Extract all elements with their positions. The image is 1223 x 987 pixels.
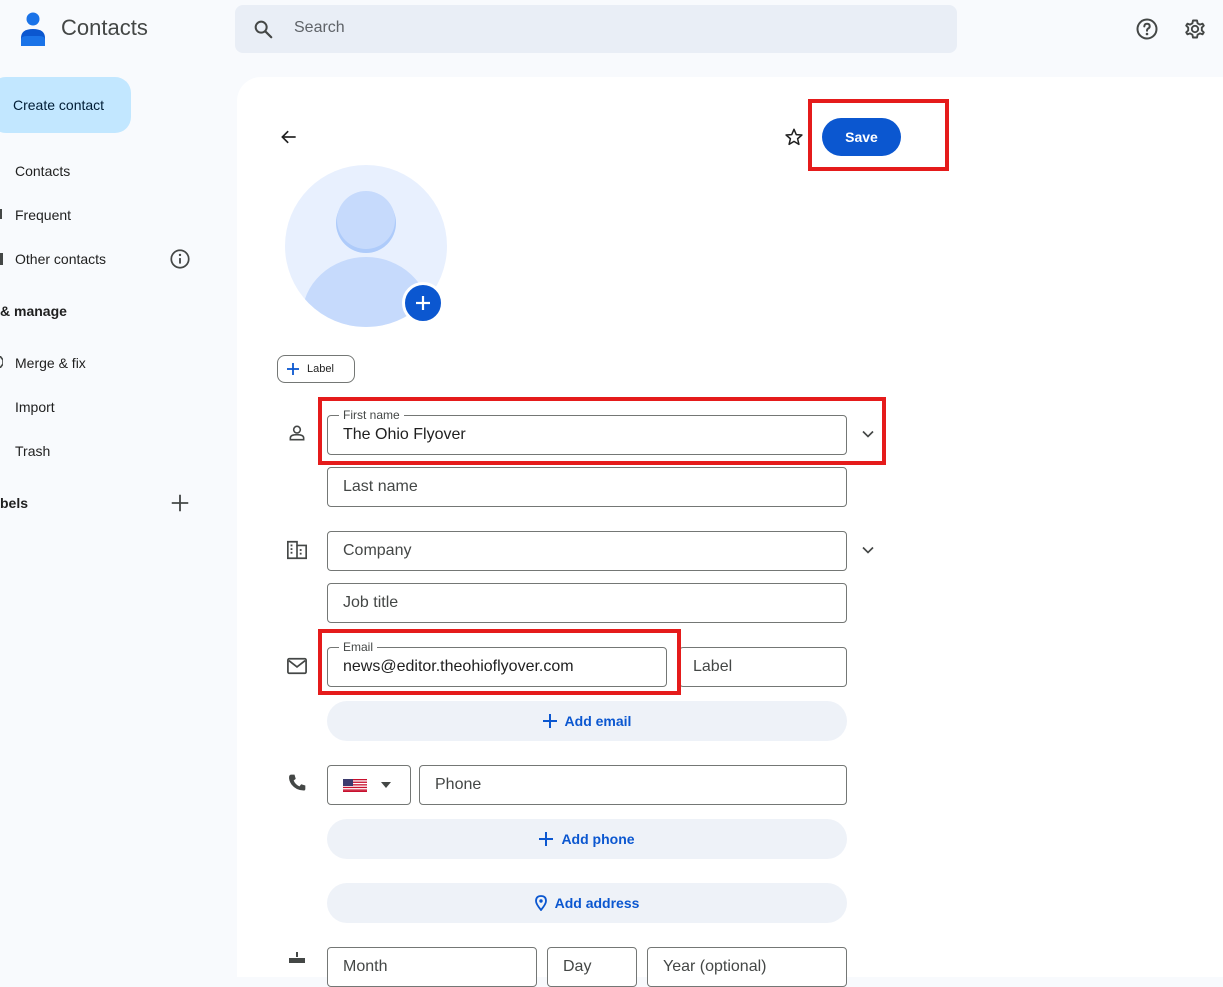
birthday-day-field[interactable]: Day [547,947,637,987]
add-address-label: Add address [554,895,640,911]
email-label-field[interactable]: Label [679,647,847,687]
person-icon [287,423,307,443]
sidebar-item-label: Other contacts [15,251,107,267]
expand-name-chevron-icon[interactable] [858,424,878,444]
birthday-year-placeholder: Year (optional) [663,958,767,975]
add-address-button[interactable]: Add address [327,883,847,923]
sidebar-item-merge-fix[interactable]: Merge & fix [15,355,86,371]
add-photo-button[interactable] [402,282,444,324]
back-arrow-icon[interactable] [279,127,299,147]
birthday-year-field[interactable]: Year (optional) [647,947,847,987]
add-email-label: Add email [564,713,632,729]
sidebar-item-label: Import [15,399,55,415]
last-name-placeholder: Last name [343,478,418,495]
save-button[interactable]: Save [822,118,901,156]
settings-gear-icon[interactable] [1183,17,1207,41]
plus-icon [539,832,554,846]
company-placeholder: Company [343,542,412,559]
dropdown-arrow-icon [381,782,391,788]
phone-icon [287,773,307,793]
us-flag-icon [343,779,367,792]
email-value: news@editor.theohioflyover.com [343,658,574,675]
add-phone-label: Add phone [561,831,635,847]
merge-icon [0,356,3,368]
plus-icon [287,363,299,375]
birthday-cake-icon [288,952,306,963]
first-name-field[interactable]: First name The Ohio Flyover [327,408,847,455]
first-name-value: The Ohio Flyover [343,426,466,443]
birthday-month-placeholder: Month [343,958,388,975]
other-contacts-icon [0,253,3,265]
sidebar-item-contacts[interactable]: Contacts [15,163,70,179]
sidebar-item-label: Trash [15,443,51,459]
add-email-button[interactable]: Add email [327,701,847,741]
plus-icon [542,714,557,728]
job-title-placeholder: Job title [343,594,399,611]
star-icon[interactable] [784,127,804,147]
create-contact-button[interactable]: Create contact [0,77,131,133]
phone-field[interactable]: Phone [419,765,847,805]
app-title: Contacts [61,15,148,40]
birthday-day-placeholder: Day [563,958,592,975]
sidebar-item-label: Frequent [15,207,72,223]
sidebar-item-frequent[interactable]: Frequent [15,207,71,223]
sidebar-item-label: Merge & fix [15,355,86,371]
location-pin-icon [534,895,547,911]
email-envelope-icon [286,656,308,676]
expand-company-chevron-icon[interactable] [858,540,878,560]
sidebar-item-import[interactable]: Import [15,399,55,415]
sidebar-item-other-contacts[interactable]: Other contacts [15,251,106,267]
create-contact-label: Create contact [13,97,105,113]
email-label-placeholder: Label [693,658,733,675]
label-chip-text: Label [307,363,334,375]
add-phone-button[interactable]: Add phone [327,819,847,859]
add-label-chip[interactable]: Label [277,355,355,383]
email-legend: Email [339,640,378,654]
frequent-icon [0,209,2,219]
section-fix-manage: & manage [0,303,67,319]
add-label-plus-icon[interactable] [169,492,191,514]
contacts-logo-icon [18,12,48,46]
phone-placeholder: Phone [435,776,482,793]
search-input[interactable] [294,14,894,42]
search-icon[interactable] [252,18,274,40]
company-field[interactable]: Company [327,531,847,571]
help-icon[interactable] [1135,17,1159,41]
section-labels: bels [0,495,29,511]
last-name-field[interactable]: Last name [327,467,847,507]
info-icon[interactable] [169,248,191,270]
first-name-legend: First name [339,408,404,422]
email-field[interactable]: Email news@editor.theohioflyover.com [327,640,667,687]
sidebar-item-label: Contacts [15,163,71,179]
country-code-select[interactable] [327,765,411,805]
job-title-field[interactable]: Job title [327,583,847,623]
birthday-month-field[interactable]: Month [327,947,537,987]
sidebar-item-trash[interactable]: Trash [15,443,50,459]
company-building-icon [286,539,308,561]
